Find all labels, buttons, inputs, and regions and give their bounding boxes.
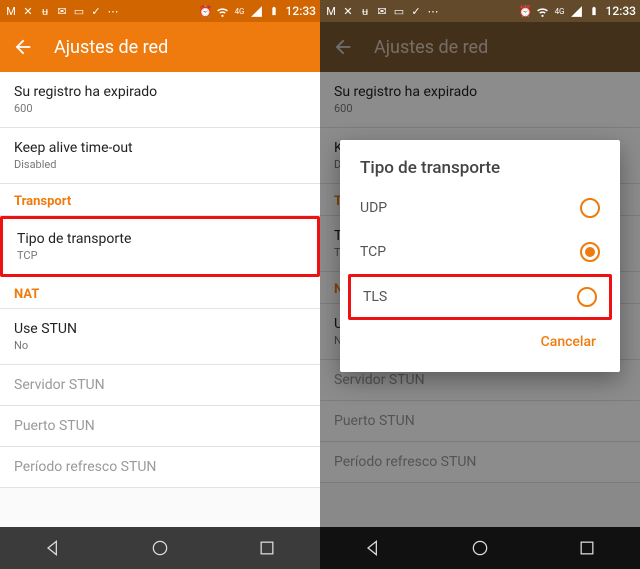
- mail-icon: ✉: [375, 4, 389, 18]
- page-title: Ajustes de red: [54, 37, 168, 58]
- dialog-actions: Cancelar: [340, 320, 620, 368]
- setting-use-stun[interactable]: Use STUN No: [0, 309, 320, 365]
- app-icon: ʉ: [358, 4, 372, 18]
- setting-stun-refresh[interactable]: Período refresco STUN: [0, 447, 320, 488]
- nav-back-icon[interactable]: [363, 538, 383, 558]
- setting-transport-type[interactable]: Tipo de transporte TCP: [0, 216, 320, 277]
- screenshot-left: M ✕ ʉ ✉ ▭ ✓ ⋯ ⏰ 4G 12:33 Ajustes d: [0, 0, 320, 569]
- setting-value: TCP: [17, 249, 303, 262]
- setting-title: Servidor STUN: [334, 372, 626, 388]
- dialog-title: Tipo de transporte: [340, 140, 620, 186]
- network-label: 4G: [233, 4, 247, 18]
- nav-bar: [0, 527, 320, 569]
- option-label: TLS: [363, 289, 387, 305]
- signal-icon: [250, 4, 264, 18]
- setting-value: Disabled: [14, 158, 306, 171]
- back-icon[interactable]: [12, 36, 34, 58]
- setting-title: Use STUN: [14, 321, 306, 337]
- setting-value: 600: [14, 102, 306, 115]
- status-bar: M ✕ ʉ ✉ ▭ ✓ ⋯ ⏰ 4G 12:33: [0, 0, 320, 22]
- section-nat: NAT: [0, 277, 320, 309]
- radio-icon: [580, 198, 600, 218]
- photo-icon: ▭: [72, 4, 86, 18]
- app-icon: ʉ: [38, 4, 52, 18]
- transport-dialog: Tipo de transporte UDP TCP TLS Cancelar: [340, 140, 620, 372]
- setting-registration[interactable]: Su registro ha expirado 600: [0, 72, 320, 128]
- setting-keepalive[interactable]: Keep alive time-out Disabled: [0, 128, 320, 184]
- notification-icon: ✕: [21, 4, 35, 18]
- nav-recent-icon[interactable]: [257, 538, 277, 558]
- setting-registration: Su registro ha expirado 600: [320, 72, 640, 128]
- nav-recent-icon[interactable]: [577, 538, 597, 558]
- option-label: TCP: [360, 244, 386, 260]
- nav-home-icon[interactable]: [150, 538, 170, 558]
- option-udp[interactable]: UDP: [340, 186, 620, 230]
- check-icon: ✓: [409, 4, 423, 18]
- setting-title: Puerto STUN: [334, 413, 626, 429]
- option-label: UDP: [360, 200, 387, 216]
- radio-icon: [577, 287, 597, 307]
- option-tcp[interactable]: TCP: [340, 230, 620, 274]
- network-label: 4G: [553, 4, 567, 18]
- alarm-icon: ⏰: [199, 4, 213, 18]
- setting-stun-server[interactable]: Servidor STUN: [0, 365, 320, 406]
- setting-title: Puerto STUN: [14, 418, 306, 434]
- mail-icon: ✉: [55, 4, 69, 18]
- radio-icon: [580, 242, 600, 262]
- nav-bar: [320, 527, 640, 569]
- more-icon: ⋯: [106, 4, 120, 18]
- setting-title: Servidor STUN: [14, 377, 306, 393]
- wifi-icon: [536, 4, 550, 18]
- mcdonalds-icon: M: [4, 4, 18, 18]
- option-tls[interactable]: TLS: [348, 274, 612, 320]
- setting-stun-port: Puerto STUN: [320, 401, 640, 442]
- clock: 12:33: [604, 4, 636, 18]
- app-bar: Ajustes de red: [320, 22, 640, 72]
- app-bar: Ajustes de red: [0, 22, 320, 72]
- setting-title: Su registro ha expirado: [14, 84, 306, 100]
- setting-title: Keep alive time-out: [14, 140, 306, 156]
- nav-home-icon[interactable]: [470, 538, 490, 558]
- battery-icon: [267, 4, 281, 18]
- notification-icon: ✕: [341, 4, 355, 18]
- status-bar: M ✕ ʉ ✉ ▭ ✓ ⋯ ⏰ 4G 12:33: [320, 0, 640, 22]
- clock: 12:33: [284, 4, 316, 18]
- setting-title: Su registro ha expirado: [334, 84, 626, 100]
- setting-title: Período refresco STUN: [334, 454, 626, 470]
- settings-list: Su registro ha expirado 600 Keep alive t…: [0, 72, 320, 527]
- battery-icon: [587, 4, 601, 18]
- page-title: Ajustes de red: [374, 37, 488, 58]
- setting-value: 600: [334, 102, 626, 115]
- more-icon: ⋯: [426, 4, 440, 18]
- nav-back-icon[interactable]: [43, 538, 63, 558]
- setting-stun-port[interactable]: Puerto STUN: [0, 406, 320, 447]
- wifi-icon: [216, 4, 230, 18]
- screenshot-right: M ✕ ʉ ✉ ▭ ✓ ⋯ ⏰ 4G 12:33 Ajustes de red …: [320, 0, 640, 569]
- photo-icon: ▭: [392, 4, 406, 18]
- check-icon: ✓: [89, 4, 103, 18]
- section-transport: Transport: [0, 184, 320, 216]
- setting-stun-refresh: Período refresco STUN: [320, 442, 640, 483]
- signal-icon: [570, 4, 584, 18]
- alarm-icon: ⏰: [519, 4, 533, 18]
- setting-title: Período refresco STUN: [14, 459, 306, 475]
- setting-value: No: [14, 339, 306, 352]
- back-icon[interactable]: [332, 36, 354, 58]
- cancel-button[interactable]: Cancelar: [531, 326, 606, 358]
- setting-title: Tipo de transporte: [17, 231, 303, 247]
- mcdonalds-icon: M: [324, 4, 338, 18]
